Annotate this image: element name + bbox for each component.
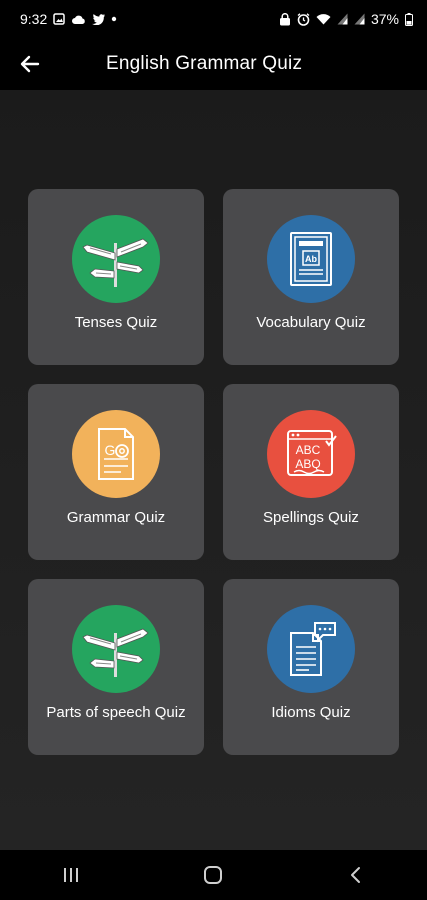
abc-spelling-icon: ABC ABQ: [287, 430, 337, 476]
more-notifications-dot-icon: [111, 16, 117, 22]
quiz-card-grammar[interactable]: G Grammar Quiz: [28, 384, 204, 560]
quiz-card-label: Idioms Quiz: [271, 704, 351, 721]
quiz-card-label: Tenses Quiz: [74, 314, 158, 331]
signal-2-icon: [354, 13, 365, 25]
back-button[interactable]: [8, 38, 52, 90]
quiz-card-label: Grammar Quiz: [66, 509, 166, 526]
tenses-icon-circle: [72, 215, 160, 303]
svg-text:ABQ: ABQ: [295, 457, 320, 471]
home-icon: [204, 866, 223, 884]
battery-percent: 37%: [370, 11, 399, 27]
quiz-card-vocabulary[interactable]: Ab Vocabulary Quiz: [223, 189, 399, 365]
recent-apps-icon: [64, 868, 79, 882]
svg-text:ABC: ABC: [296, 443, 321, 457]
app-bar: English Grammar Quiz: [0, 38, 427, 90]
back-icon: [350, 867, 360, 883]
signal-1-icon: [337, 13, 348, 25]
page-title: English Grammar Quiz: [106, 53, 303, 74]
signpost-icon: [82, 238, 149, 287]
arrow-left-icon: [20, 55, 40, 73]
spellings-icon-circle: ABC ABQ: [267, 410, 355, 498]
nav-back-button[interactable]: [326, 855, 386, 895]
svg-text:Ab: Ab: [305, 254, 317, 264]
lock-status-icon: [279, 12, 291, 26]
grammar-document-icon: G: [98, 428, 134, 480]
status-bar: 9:32 37%: [0, 0, 427, 38]
recent-apps-button[interactable]: [41, 855, 101, 895]
quiz-grid: Tenses Quiz Ab Vocabulary Quiz G Grammar…: [28, 189, 399, 755]
quiz-card-spellings[interactable]: ABC ABQ Spellings Quiz: [223, 384, 399, 560]
status-right: 37%: [279, 11, 413, 27]
svg-text:G: G: [105, 442, 116, 458]
alarm-icon: [297, 12, 310, 26]
grammar-icon-circle: G: [72, 410, 160, 498]
parts-of-speech-icon-circle: [72, 605, 160, 693]
gallery-notification-icon: [53, 13, 65, 25]
quiz-card-idioms[interactable]: Idioms Quiz: [223, 579, 399, 755]
cloud-notification-icon: [71, 14, 86, 25]
idioms-icon-circle: [267, 605, 355, 693]
twitter-notification-icon: [92, 13, 106, 25]
home-button[interactable]: [183, 855, 243, 895]
quiz-card-label: Spellings Quiz: [263, 509, 359, 526]
battery-icon: [405, 12, 413, 26]
vocabulary-book-icon: Ab: [290, 232, 332, 286]
quiz-card-label: Parts of speech Quiz: [46, 704, 186, 721]
wifi-icon: [316, 13, 331, 25]
quiz-card-tenses[interactable]: Tenses Quiz: [28, 189, 204, 365]
vocabulary-icon-circle: Ab: [267, 215, 355, 303]
idioms-document-icon: [290, 622, 336, 676]
status-time: 9:32: [20, 11, 48, 27]
signpost-icon: [82, 628, 149, 677]
quiz-card-parts-of-speech[interactable]: Parts of speech Quiz: [28, 579, 204, 755]
status-left: 9:32: [20, 11, 117, 27]
system-nav-bar: [0, 850, 427, 900]
quiz-content: Tenses Quiz Ab Vocabulary Quiz G Grammar…: [0, 90, 427, 850]
quiz-card-label: Vocabulary Quiz: [256, 314, 366, 331]
